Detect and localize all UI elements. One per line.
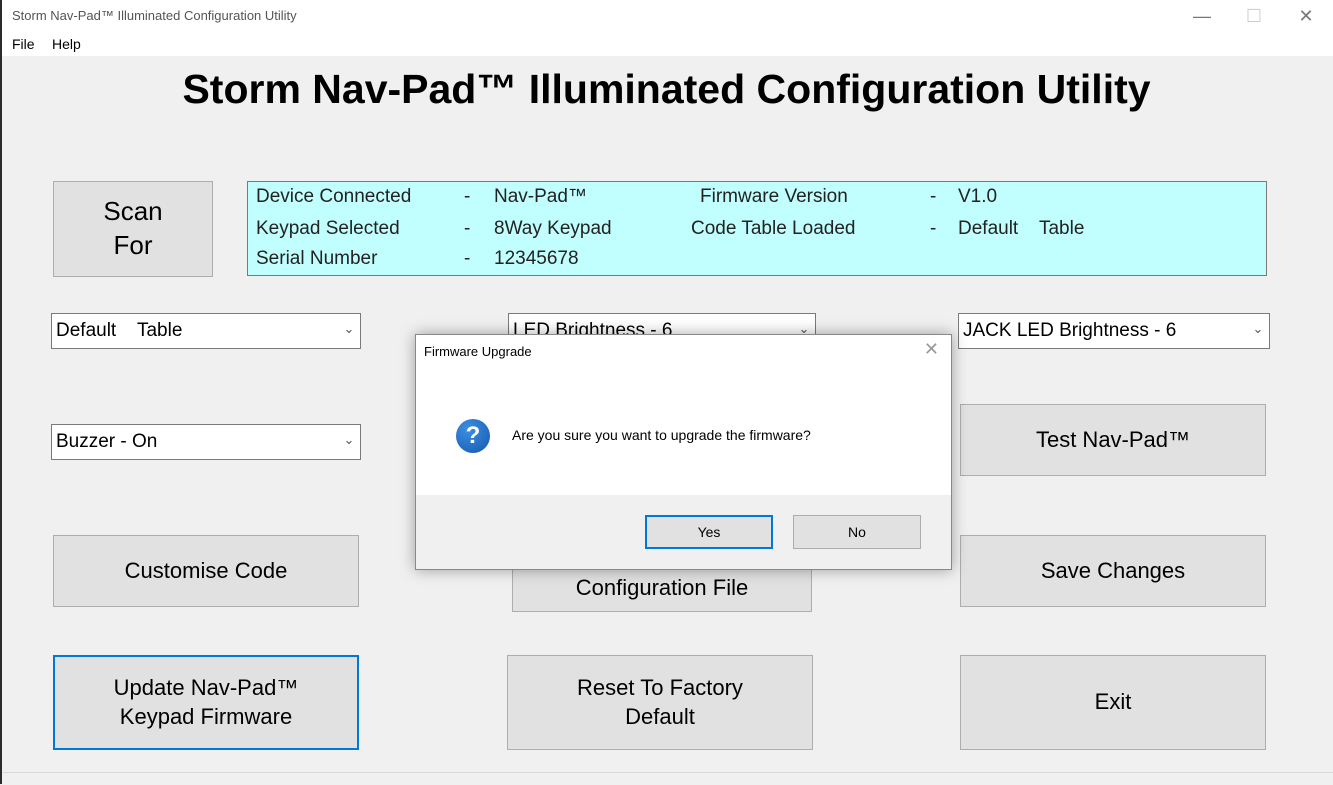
device-connected-value: Nav-Pad™ (494, 186, 587, 207)
test-nav-pad-button[interactable]: Test Nav-Pad™ (960, 404, 1266, 476)
info-separator: - (930, 218, 937, 239)
update-button-line2: Keypad Firmware (119, 703, 293, 729)
chevron-down-icon: ⌄ (343, 432, 355, 447)
close-window-icon[interactable]: ✕ (1283, 3, 1329, 29)
dialog-close-icon[interactable]: ✕ (924, 339, 939, 360)
buzzer-select-value: Buzzer - On (56, 431, 158, 452)
device-connected-label: Device Connected (256, 186, 412, 207)
jack-led-brightness-select[interactable]: JACK LED Brightness - 6 ⌄ (958, 313, 1270, 349)
dialog-button-area: Yes No (416, 495, 951, 569)
save-changes-button[interactable]: Save Changes (960, 535, 1266, 607)
code-table-select-value: Default Table (56, 320, 183, 341)
customise-code-button[interactable]: Customise Code (53, 535, 359, 607)
maximize-icon[interactable]: ☐ (1231, 3, 1277, 29)
dialog-message: Are you sure you want to upgrade the fir… (512, 427, 811, 443)
minimize-icon[interactable]: — (1179, 3, 1225, 29)
scan-button-line2: For (113, 230, 153, 260)
chevron-down-icon: ⌄ (343, 321, 355, 336)
chevron-down-icon: ⌄ (1252, 321, 1264, 336)
update-button-line1: Update Nav-Pad™ (113, 674, 299, 700)
device-info-panel: Device Connected - Nav-Pad™ Keypad Selec… (247, 181, 1267, 276)
buzzer-select[interactable]: Buzzer - On ⌄ (51, 424, 361, 460)
keypad-selected-label: Keypad Selected (256, 218, 400, 239)
dialog-no-button[interactable]: No (793, 515, 921, 549)
code-table-label: Code Table Loaded (691, 218, 856, 239)
code-table-value: Default Table (958, 218, 1085, 239)
left-window-edge (0, 0, 2, 784)
serial-number-label: Serial Number (256, 248, 378, 269)
menu-file[interactable]: File (12, 36, 35, 52)
info-separator: - (464, 218, 471, 239)
status-strip (2, 772, 1333, 785)
info-separator: - (464, 186, 471, 207)
scan-for-button[interactable]: Scan For (53, 181, 213, 277)
reset-button-line1: Reset To Factory (577, 674, 743, 700)
info-separator: - (930, 186, 937, 207)
update-firmware-button[interactable]: Update Nav-Pad™ Keypad Firmware (53, 655, 359, 750)
window-title: Storm Nav-Pad™ Illuminated Configuration… (12, 8, 297, 23)
info-separator: - (464, 248, 471, 269)
app-heading: Storm Nav-Pad™ Illuminated Configuration… (182, 66, 1151, 112)
exit-button[interactable]: Exit (960, 655, 1266, 750)
reset-factory-default-button[interactable]: Reset To Factory Default (507, 655, 813, 750)
dialog-yes-button[interactable]: Yes (645, 515, 773, 549)
title-bar: Storm Nav-Pad™ Illuminated Configuration… (2, 0, 1333, 32)
question-icon: ? (456, 419, 490, 453)
firmware-version-value: V1.0 (958, 186, 998, 207)
dialog-title: Firmware Upgrade (424, 344, 532, 359)
serial-number-value: 12345678 (494, 248, 579, 269)
menu-bar: File Help (2, 32, 1333, 56)
reset-button-line2: Default (625, 703, 695, 729)
code-table-select[interactable]: Default Table ⌄ (51, 313, 361, 349)
jack-led-brightness-select-value: JACK LED Brightness - 6 (963, 320, 1177, 341)
firmware-version-label: Firmware Version (700, 186, 848, 207)
firmware-upgrade-dialog: Firmware Upgrade ✕ ? Are you sure you wa… (415, 334, 952, 570)
scan-button-line1: Scan (103, 196, 163, 227)
menu-help[interactable]: Help (52, 36, 81, 52)
keypad-selected-value: 8Way Keypad (494, 218, 612, 239)
